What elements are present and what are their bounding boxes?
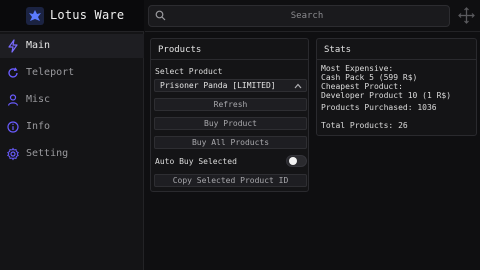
search-icon xyxy=(155,10,166,21)
stats-title: Stats xyxy=(324,45,352,55)
products-title: Products xyxy=(158,45,202,55)
sidebar-item-misc[interactable]: Misc xyxy=(0,88,144,112)
sidebar-item-label: Setting xyxy=(26,148,69,159)
sidebar-item-label: Misc xyxy=(26,94,51,105)
gear-icon xyxy=(7,147,19,161)
stats-panel: Stats Most Expensive: Cash Pack 5 (599 R… xyxy=(316,38,477,136)
products-purchased: Products Purchased: 1036 xyxy=(321,103,437,112)
refresh-icon xyxy=(8,67,18,78)
sidebar-item-info[interactable]: Info xyxy=(0,115,144,139)
chevron-up-icon xyxy=(294,83,302,89)
app-name: Lotus Ware xyxy=(50,8,125,22)
move-icon[interactable] xyxy=(458,7,475,24)
most-expensive-label: Most Expensive: xyxy=(321,64,394,73)
search-input[interactable] xyxy=(169,8,445,24)
info-icon xyxy=(7,121,19,133)
cheapest-label: Cheapest Product: xyxy=(321,82,403,91)
product-dropdown[interactable]: Prisoner Panda [LIMITED] xyxy=(154,79,307,92)
refresh-button[interactable]: Refresh xyxy=(154,98,307,111)
user-icon xyxy=(7,94,19,106)
lotus-icon xyxy=(26,7,44,25)
divider xyxy=(317,59,476,60)
most-expensive-value: Cash Pack 5 (599 R$) xyxy=(321,73,418,82)
sidebar: Lotus Ware Main Teleport Misc Info Setti… xyxy=(0,0,144,270)
toggle-knob xyxy=(289,157,297,165)
divider xyxy=(151,59,308,60)
auto-buy-label: Auto Buy Selected xyxy=(155,157,237,166)
copy-product-id-button[interactable]: Copy Selected Product ID xyxy=(154,174,307,187)
brand-header: Lotus Ware xyxy=(0,0,144,32)
sidebar-item-setting[interactable]: Setting xyxy=(0,142,144,166)
search-box[interactable] xyxy=(148,5,450,27)
products-panel: Products Select Product Prisoner Panda [… xyxy=(150,38,309,192)
sidebar-item-label: Info xyxy=(26,121,51,132)
buy-all-products-button[interactable]: Buy All Products xyxy=(154,136,307,149)
auto-buy-row: Auto Buy Selected xyxy=(154,155,307,168)
top-bar xyxy=(145,0,480,32)
total-products: Total Products: 26 xyxy=(321,121,408,130)
cheapest-value: Developer Product 10 (1 R$) xyxy=(321,91,452,100)
buy-product-button[interactable]: Buy Product xyxy=(154,117,307,130)
sidebar-item-label: Main xyxy=(26,40,51,51)
sidebar-item-teleport[interactable]: Teleport xyxy=(0,61,144,85)
auto-buy-toggle[interactable] xyxy=(286,155,307,167)
sidebar-item-main[interactable]: Main xyxy=(0,34,144,58)
selected-product: Prisoner Panda [LIMITED] xyxy=(160,81,276,90)
lightning-icon xyxy=(8,39,18,53)
select-product-label: Select Product xyxy=(155,67,223,76)
sidebar-item-label: Teleport xyxy=(26,67,75,78)
